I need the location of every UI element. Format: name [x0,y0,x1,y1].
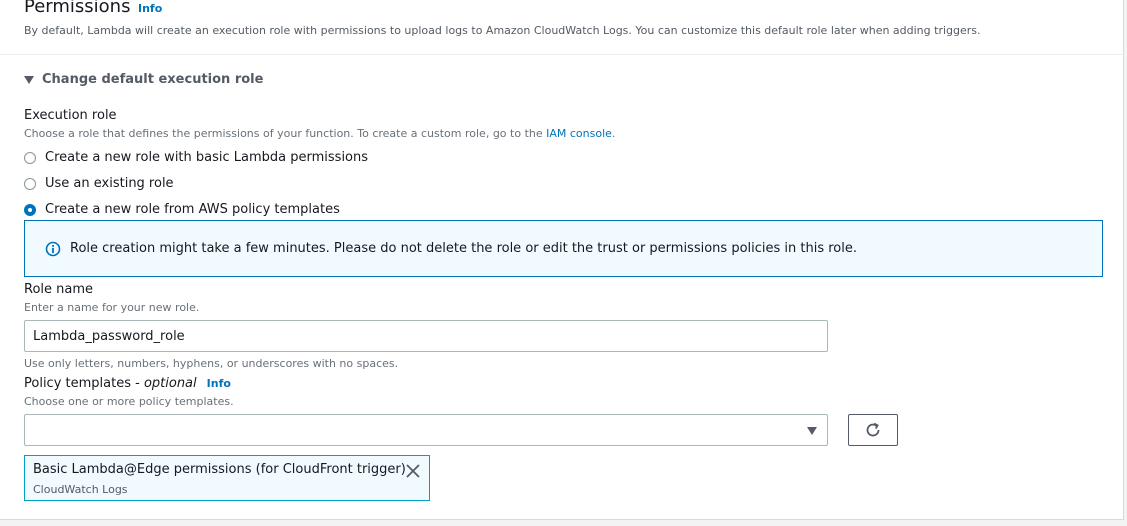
expander-label: Change default execution role [42,72,264,87]
radio-label: Create a new role from AWS policy templa… [45,202,340,217]
caret-down-icon [807,427,817,435]
policy-template-token: Basic Lambda@Edge permissions (for Cloud… [24,455,430,501]
radio-button[interactable] [24,151,36,164]
policy-templates-label-text: Policy templates - [24,376,144,391]
role-name-label: Role name [24,282,94,297]
iam-console-link[interactable]: IAM console [546,127,612,140]
refresh-icon [864,421,882,439]
permissions-panel: Permissions Info By default, Lambda will… [0,0,1124,520]
execution-role-description-end: . [611,127,616,140]
radio-label: Use an existing role [45,176,174,191]
permissions-info-link[interactable]: Info [138,2,162,15]
radio-button-selected[interactable] [24,203,36,216]
token-sublabel: CloudWatch Logs [33,483,128,496]
panel-description: By default, Lambda will create an execut… [24,24,981,37]
change-execution-role-expander[interactable]: Change default execution role [24,72,263,87]
policy-templates-description: Choose one or more policy templates. [24,395,234,408]
optional-label: optional [143,376,197,391]
policy-templates-label: Policy templates - optional Info [24,376,231,391]
execution-role-description: Choose a role that defines the permissio… [24,127,615,140]
header-divider [0,54,1124,55]
policy-templates-info-link[interactable]: Info [207,377,231,390]
panel-title: Permissions [24,0,131,17]
radio-option-basic-permissions[interactable]: Create a new role with basic Lambda perm… [24,150,368,165]
info-circle-icon [45,241,61,257]
refresh-button[interactable] [848,414,898,446]
role-creation-alert: Role creation might take a few minutes. … [24,220,1103,277]
close-icon[interactable] [405,463,421,483]
execution-role-label: Execution role [24,108,117,123]
role-name-input[interactable] [24,320,828,352]
role-name-description: Enter a name for your new role. [24,301,200,314]
radio-button[interactable] [24,177,36,190]
radio-option-existing-role[interactable]: Use an existing role [24,176,174,191]
alert-text: Role creation might take a few minutes. … [70,241,858,256]
caret-down-icon [24,76,34,84]
radio-option-policy-templates[interactable]: Create a new role from AWS policy templa… [24,202,340,217]
radio-label: Create a new role with basic Lambda perm… [45,150,369,165]
execution-role-description-text: Choose a role that defines the permissio… [24,127,547,140]
role-name-constraint: Use only letters, numbers, hyphens, or u… [24,357,399,370]
policy-templates-select[interactable] [24,414,828,446]
token-label: Basic Lambda@Edge permissions (for Cloud… [33,462,406,477]
